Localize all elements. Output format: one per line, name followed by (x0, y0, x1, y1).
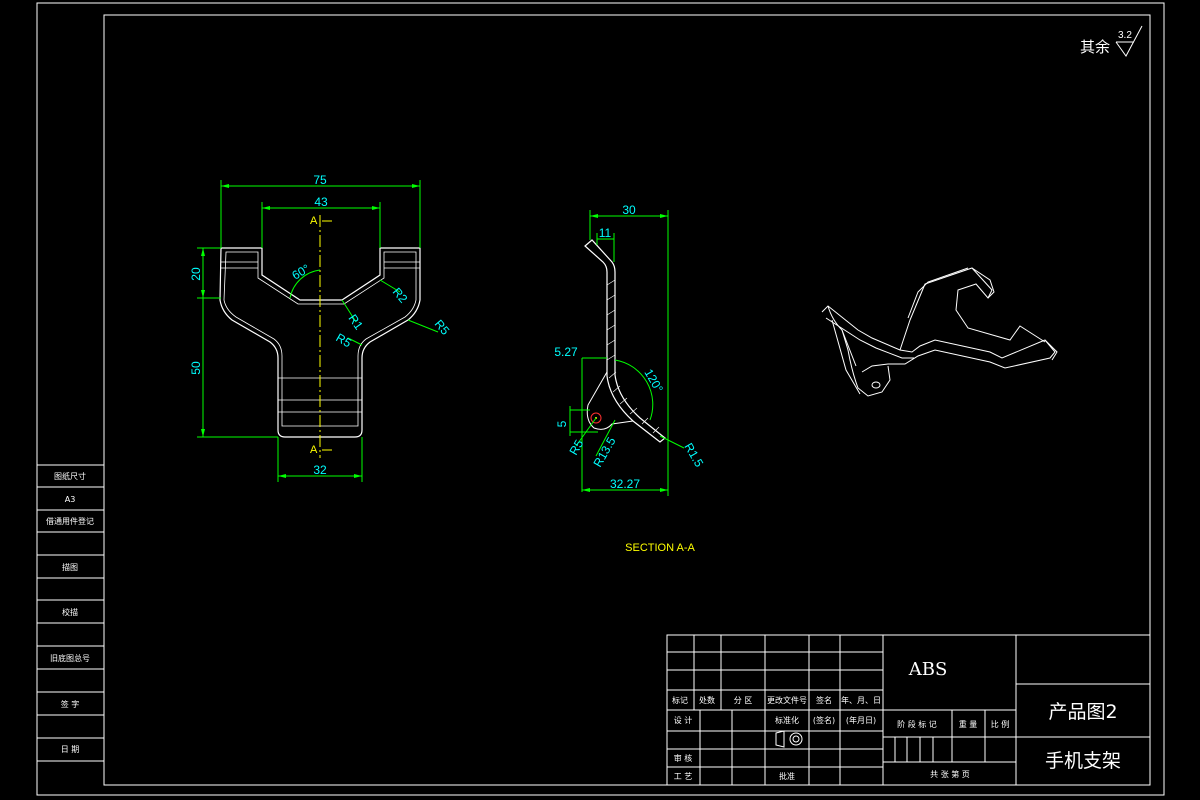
section-view: 30 11 5.27 5 32.27 120° R5 R13.5 R1.5 SE… (554, 203, 706, 554)
section-r1-5: R1.5 (681, 441, 706, 470)
dim-height-top: 20 (189, 267, 203, 281)
dim-inner-width: 43 (314, 195, 328, 209)
roughness-label: 其余 (1080, 38, 1110, 56)
strip-label: 签 字 (61, 699, 80, 709)
section-caption: SECTION A-A (625, 542, 695, 554)
strip-label: 校描 (62, 607, 78, 617)
stage-header: 比 例 (991, 719, 1010, 729)
drawing-name: 产品图2 (1048, 701, 1117, 723)
section-strip (584, 239, 666, 443)
dim-overall-width: 75 (313, 173, 327, 187)
sheet-text: 共 张 第 页 (930, 769, 970, 779)
rev-header: 分 区 (734, 696, 753, 705)
strip-label: A3 (65, 495, 76, 504)
front-r5-right: R5 (432, 317, 453, 338)
dim-width-bottom: 32.27 (610, 477, 640, 491)
front-view: A A 75 43 32 20 50 60° R2 R1 R5 R5 (189, 173, 452, 482)
section-r13-5: R13.5 (590, 434, 618, 469)
section-mark-bottom: A (310, 444, 318, 456)
front-arrowheads (201, 184, 420, 478)
section-mark-top: A (310, 215, 318, 227)
row-sign: (签名) (813, 715, 835, 725)
section-arrowheads (582, 214, 668, 492)
drawing-canvas: 图纸尺寸 A3 借通用件登记 描图 校描 旧底图总号 签 字 日 期 其余 3.… (36, 2, 1165, 796)
strip-label: 描图 (62, 562, 78, 572)
row-date: (年月日) (846, 715, 876, 725)
row-approve: 批准 (779, 771, 795, 781)
row-design: 设 计 (674, 715, 693, 725)
section-dimension-lines (569, 210, 685, 496)
outer-border (36, 2, 1165, 796)
stage-header: 阶 段 标 记 (897, 719, 937, 729)
inner-border (103, 14, 1151, 786)
strip-label: 日 期 (61, 745, 80, 754)
row-review: 审 核 (674, 753, 693, 763)
rev-header: 处数 (699, 695, 715, 705)
section-r5: R5 (566, 437, 586, 458)
dim-flange: 11 (599, 226, 612, 240)
material-label: ABS (908, 659, 948, 680)
roughness-symbol: 其余 3.2 (1080, 25, 1143, 57)
dim-height-body: 50 (189, 361, 203, 375)
section-angle: 120° (641, 367, 666, 396)
dim-offset: 5.27 (554, 345, 578, 359)
rev-header: 签名 (816, 695, 832, 705)
isometric-view (821, 267, 1058, 397)
front-r1: R1 (346, 312, 366, 333)
rev-header: 更改文件号 (767, 695, 807, 705)
row-process: 工 艺 (674, 772, 693, 781)
dim-hole-offset: 5 (555, 420, 569, 427)
dim-base-width: 32 (313, 463, 327, 477)
dim-width-top: 30 (622, 203, 636, 217)
strip-label: 借通用件登记 (46, 516, 94, 526)
stage-header: 重 量 (959, 719, 978, 729)
projection-symbol-icon (775, 730, 803, 748)
roughness-value: 3.2 (1118, 30, 1132, 41)
part-name: 手机支架 (1045, 750, 1121, 772)
strip-label: 旧底图总号 (50, 653, 90, 663)
front-r5-left: R5 (334, 330, 355, 350)
title-block-text: ABS 产品图2 手机支架 标记 处数 分 区 更改文件号 签名 年、月、日 设… (672, 659, 1121, 781)
left-strip-labels: 图纸尺寸 A3 借通用件登记 描图 校描 旧底图总号 签 字 日 期 (46, 471, 94, 754)
rev-header: 年、月、日 (841, 695, 881, 705)
rev-header: 标记 (672, 695, 688, 705)
row-std: 标准化 (775, 715, 799, 725)
front-angle: 60° (290, 261, 313, 282)
strip-label: 图纸尺寸 (54, 471, 86, 481)
